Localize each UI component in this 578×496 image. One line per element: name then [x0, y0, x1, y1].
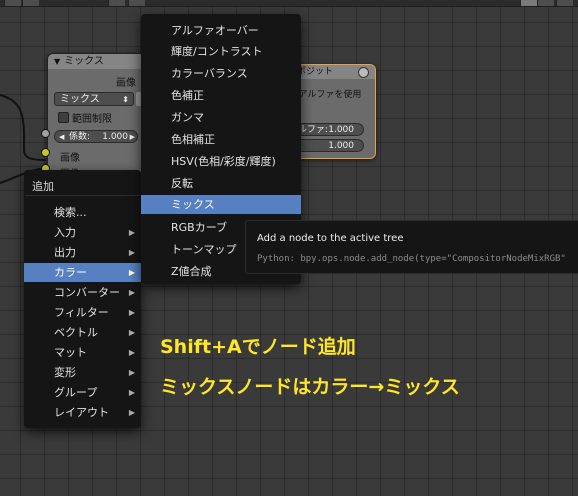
menu-separator: [25, 195, 140, 196]
z-value: 1.000: [328, 141, 354, 151]
menu-item-label: コンバーター: [54, 286, 120, 299]
menu-item-color-correction[interactable]: 色補正: [141, 86, 301, 105]
menu-item-label: カラーバランス: [171, 67, 248, 80]
menu-item-label: ベクトル: [54, 326, 98, 339]
menu-item-search[interactable]: 検索...: [24, 203, 141, 222]
increment-arrow-icon[interactable]: ▶: [130, 131, 135, 144]
node-link: [0, 94, 47, 161]
menu-item-layout[interactable]: レイアウト ▶: [24, 403, 141, 422]
caption-line-1: Shift+Aでノード追加: [160, 336, 356, 358]
menu-item-color-balance[interactable]: カラーバランス: [141, 64, 301, 83]
factor-field[interactable]: ◀ 係数: 1.000 ▶: [54, 130, 138, 143]
menu-item-label: カラー: [54, 266, 87, 279]
menu-item-mix[interactable]: ミックス: [141, 195, 301, 214]
submenu-arrow-icon: ▶: [128, 248, 135, 257]
submenu-arrow-icon: ▶: [128, 228, 135, 237]
submenu-arrow-icon: ▶: [128, 328, 135, 337]
output-label: 画像: [116, 78, 136, 89]
menu-item-label: HSV(色相/彩度/輝度): [171, 155, 276, 168]
menu-item-label: マット: [54, 346, 87, 359]
mix-node-header[interactable]: ▼ ミックス: [48, 54, 148, 69]
input-image-label-1: 画像: [60, 153, 80, 164]
tooltip: Add a node to the active tree Python: bp…: [245, 220, 578, 274]
menu-item-label: 検索...: [54, 206, 87, 219]
submenu-arrow-icon: ▶: [128, 348, 135, 357]
menu-item-output[interactable]: 出力 ▶: [24, 243, 141, 262]
menu-item-group[interactable]: グループ ▶: [24, 383, 141, 402]
menu-item-filter[interactable]: フィルター ▶: [24, 303, 141, 322]
menu-item-label: グループ: [54, 386, 98, 399]
menu-item-label: アルファオーバー: [171, 24, 259, 37]
caption-line-2: ミックスノードはカラー→ミックス: [160, 376, 460, 398]
menu-item-label: 色相補正: [171, 133, 215, 146]
menu-item-label: 入力: [54, 226, 76, 239]
submenu-arrow-icon: ▶: [128, 368, 135, 377]
submenu-arrow-icon: ▶: [128, 268, 135, 277]
menu-item-label: ガンマ: [171, 111, 204, 124]
alpha-value: 1.000: [328, 125, 354, 135]
submenu-arrow-icon: ▶: [128, 388, 135, 397]
menu-item-vector[interactable]: ベクトル ▶: [24, 323, 141, 342]
collapse-triangle-icon[interactable]: ▼: [54, 57, 60, 66]
factor-socket[interactable]: [41, 129, 50, 138]
decrement-arrow-icon[interactable]: ◀: [59, 131, 64, 144]
mix-node-title: ミックス: [64, 56, 104, 67]
menu-item-distort[interactable]: 変形 ▶: [24, 363, 141, 382]
menu-item-converter[interactable]: コンバーター ▶: [24, 283, 141, 302]
menu-item-matte[interactable]: マット ▶: [24, 343, 141, 362]
menu-item-label: Z値合成: [171, 265, 212, 278]
submenu-arrow-icon: ▶: [128, 308, 135, 317]
factor-label: 係数:: [69, 132, 91, 142]
tooltip-title: Add a node to the active tree: [257, 233, 404, 244]
updown-arrows-icon: ⬍: [122, 95, 129, 104]
menu-item-hue-correct[interactable]: 色相補正: [141, 130, 301, 149]
add-menu-title: 追加: [32, 180, 54, 193]
menu-item-label: 輝度/コントラスト: [171, 45, 263, 58]
blend-mode-select[interactable]: ミックス ⬍: [54, 92, 134, 106]
menu-item-label: 変形: [54, 366, 76, 379]
menu-item-label: 出力: [54, 246, 76, 259]
menu-item-color[interactable]: カラー ▶: [24, 263, 141, 282]
blend-mode-value: ミックス: [60, 94, 100, 105]
menu-item-label: 反転: [171, 177, 193, 190]
input-image-socket-1[interactable]: [41, 148, 50, 157]
factor-value: 1.000: [102, 132, 128, 142]
submenu-arrow-icon: ▶: [128, 288, 135, 297]
menu-item-label: ミックス: [171, 198, 215, 211]
menu-item-hsv[interactable]: HSV(色相/彩度/輝度): [141, 152, 301, 171]
clamp-checkbox[interactable]: [58, 112, 69, 123]
menu-item-label: RGBカーブ: [171, 221, 228, 234]
menu-item-gamma[interactable]: ガンマ: [141, 108, 301, 127]
clamp-label: 範囲制限: [72, 114, 112, 125]
tooltip-python: Python: bpy.ops.node.add_node(type="Comp…: [257, 254, 566, 264]
menu-item-label: 色補正: [171, 89, 204, 102]
add-menu: 追加 検索... 入力 ▶ 出力 ▶ カラー ▶ コンバーター ▶ フィルター ▶ ベクト…: [24, 170, 141, 428]
node-options-icon[interactable]: [358, 67, 369, 78]
menu-item-bright-contrast[interactable]: 輝度/コントラスト: [141, 42, 301, 61]
menu-item-label: トーンマップ: [171, 243, 237, 256]
use-alpha-text: アルファを使用: [298, 90, 362, 100]
mix-node[interactable]: ▼ミックス 画像 ミックス ⬍ 範囲制限 ◀ 係数: 1.000 ▶ 画像 画像: [47, 53, 149, 180]
menu-item-alpha-over[interactable]: アルファオーバー: [141, 21, 301, 40]
menu-item-label: レイアウト: [54, 406, 109, 419]
submenu-arrow-icon: ▶: [128, 408, 135, 417]
menu-item-label: フィルター: [54, 306, 109, 319]
menu-item-invert[interactable]: 反転: [141, 174, 301, 193]
menu-item-input[interactable]: 入力 ▶: [24, 223, 141, 242]
